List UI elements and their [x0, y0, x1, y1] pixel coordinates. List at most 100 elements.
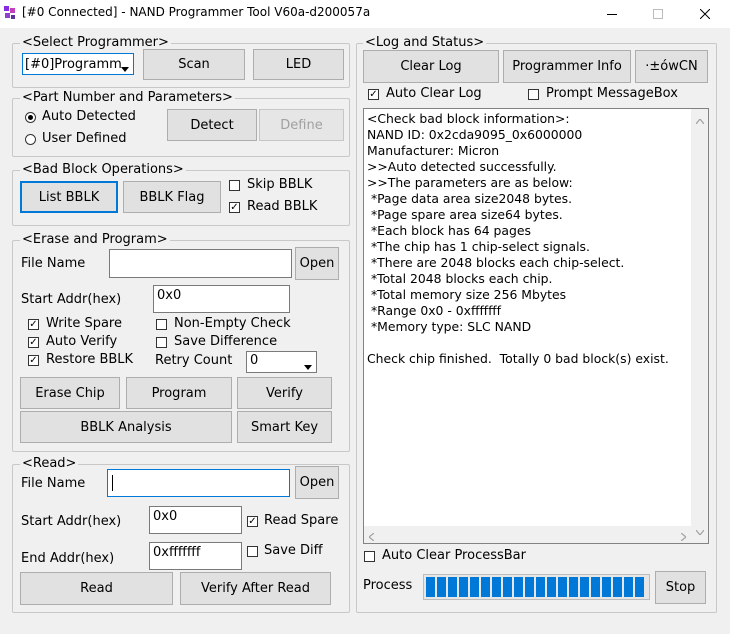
- stop-button[interactable]: Stop: [655, 571, 706, 604]
- app-icon: [4, 6, 15, 19]
- ep-file-name-label: File Name: [21, 256, 86, 271]
- bblk-flag-button[interactable]: BBLK Flag: [123, 181, 221, 213]
- auto-detected-radio[interactable]: [25, 112, 36, 123]
- verify-after-read-button[interactable]: Verify After Read: [180, 572, 331, 605]
- close-button[interactable]: [682, 0, 728, 28]
- read-file-name-input[interactable]: [107, 469, 290, 497]
- progress-segment: [558, 577, 567, 597]
- log-line: >>Auto detected successfully.: [367, 159, 557, 174]
- non-empty-check-label: Non-Empty Check: [174, 316, 291, 331]
- log-scrollbar[interactable]: [691, 109, 708, 543]
- progress-segment: [536, 577, 545, 597]
- progress-segment: [459, 577, 468, 597]
- user-defined-radio[interactable]: [25, 134, 36, 145]
- bblk-analysis-button[interactable]: BBLK Analysis: [20, 411, 232, 443]
- progress-segment: [591, 577, 600, 597]
- read-start-addr-input[interactable]: 0x0: [149, 506, 242, 534]
- chevron-down-icon: [304, 359, 312, 372]
- ep-file-name-input[interactable]: [109, 249, 292, 278]
- log-status-label: <Log and Status>: [363, 35, 487, 50]
- non-empty-check-checkbox[interactable]: [156, 319, 167, 330]
- log-line: Check chip finished. Totally 0 bad block…: [367, 351, 669, 366]
- read-bblk-label: Read BBLK: [247, 199, 318, 214]
- maximize-button: [635, 0, 681, 28]
- progress-segment: [492, 577, 501, 597]
- ep-start-addr-input[interactable]: 0x0: [153, 285, 290, 313]
- scroll-left-icon[interactable]: [368, 530, 375, 545]
- scroll-down-icon[interactable]: [695, 524, 705, 539]
- save-difference-label: Save Difference: [174, 334, 278, 349]
- progress-segment: [426, 577, 435, 597]
- auto-clear-processbar-label: Auto Clear ProcessBar: [382, 548, 526, 563]
- programmer-select[interactable]: [#0]Programm: [22, 53, 134, 75]
- prompt-messagebox-checkbox[interactable]: [528, 89, 539, 100]
- save-difference-checkbox[interactable]: [156, 337, 167, 348]
- progress-segment: [613, 577, 622, 597]
- verify-button[interactable]: Verify: [237, 377, 332, 409]
- save-diff-checkbox[interactable]: [247, 546, 258, 557]
- read-open-button[interactable]: Open: [295, 466, 339, 499]
- user-defined-label: User Defined: [42, 131, 127, 146]
- skip-bblk-label: Skip BBLK: [247, 177, 313, 192]
- progress-segment: [470, 577, 479, 597]
- bad-block-label: <Bad Block Operations>: [20, 162, 186, 177]
- write-spare-checkbox[interactable]: ✓: [28, 319, 39, 330]
- retry-count-select[interactable]: 0: [246, 351, 317, 373]
- close-icon: [700, 9, 710, 19]
- text-cursor: [112, 475, 113, 491]
- auto-verify-checkbox[interactable]: ✓: [28, 337, 39, 348]
- progress-segment: [624, 577, 633, 597]
- auto-verify-label: Auto Verify: [46, 334, 118, 349]
- restore-bblk-label: Restore BBLK: [46, 352, 134, 367]
- part-parameters-label: <Part Number and Parameters>: [20, 90, 235, 105]
- title-bar: [#0 Connected] - NAND Programmer Tool V6…: [0, 0, 730, 28]
- read-label: <Read>: [20, 456, 79, 471]
- maximize-icon: [653, 9, 663, 19]
- language-cn-button[interactable]: ·±ówCN: [635, 50, 708, 83]
- programmer-info-button[interactable]: Programmer Info: [503, 50, 631, 83]
- detect-button[interactable]: Detect: [167, 109, 257, 141]
- define-button: Define: [259, 109, 344, 141]
- auto-clear-log-checkbox[interactable]: ✓: [368, 89, 379, 100]
- log-hscrollbar[interactable]: [364, 526, 691, 543]
- clear-log-button[interactable]: Clear Log: [363, 50, 499, 83]
- log-lines: <Check bad block information>: NAND ID: 0…: [367, 111, 669, 367]
- ep-open-button[interactable]: Open: [295, 247, 339, 280]
- auto-detected-label: Auto Detected: [42, 109, 136, 124]
- log-line: >>The parameters are as below:: [367, 175, 573, 190]
- progress-segment: [525, 577, 534, 597]
- progress-segment: [481, 577, 490, 597]
- erase-chip-button[interactable]: Erase Chip: [20, 377, 120, 409]
- read-button[interactable]: Read: [20, 572, 173, 605]
- restore-bblk-checkbox[interactable]: ✓: [28, 355, 39, 366]
- scan-button[interactable]: Scan: [143, 49, 245, 80]
- scroll-right-icon[interactable]: [680, 530, 687, 545]
- skip-bblk-checkbox[interactable]: [229, 180, 240, 191]
- progress-segment: [602, 577, 611, 597]
- log-line: *Memory type: SLC NAND: [367, 319, 532, 334]
- log-line: *Range 0x0 - 0xfffffff: [367, 303, 501, 318]
- ep-start-addr-label: Start Addr(hex): [21, 292, 122, 307]
- log-line: *The chip has 1 chip-select signals.: [367, 239, 590, 254]
- read-file-name-label: File Name: [21, 476, 86, 491]
- read-end-addr-input[interactable]: 0xfffffff: [149, 542, 242, 570]
- log-textarea[interactable]: <Check bad block information>: NAND ID: 0…: [363, 108, 709, 544]
- read-bblk-checkbox[interactable]: ✓: [229, 202, 240, 213]
- log-line: Manufacturer: Micron: [367, 143, 500, 158]
- progress-segment: [635, 577, 644, 597]
- list-bblk-button[interactable]: List BBLK: [20, 181, 118, 213]
- auto-clear-processbar-checkbox[interactable]: [364, 551, 375, 562]
- save-diff-label: Save Diff: [264, 543, 323, 558]
- led-button[interactable]: LED: [253, 49, 344, 80]
- minimize-button[interactable]: [589, 0, 635, 28]
- log-line: *Total 2048 blocks each chip.: [367, 271, 553, 286]
- program-button[interactable]: Program: [126, 377, 232, 409]
- progress-segment: [448, 577, 457, 597]
- progress-segment: [503, 577, 512, 597]
- scroll-up-icon[interactable]: [695, 113, 705, 128]
- read-spare-checkbox[interactable]: ✓: [247, 516, 258, 527]
- smart-key-button[interactable]: Smart Key: [237, 411, 332, 443]
- chevron-down-icon: [121, 61, 129, 74]
- checkmark-icon: ✓: [29, 354, 38, 366]
